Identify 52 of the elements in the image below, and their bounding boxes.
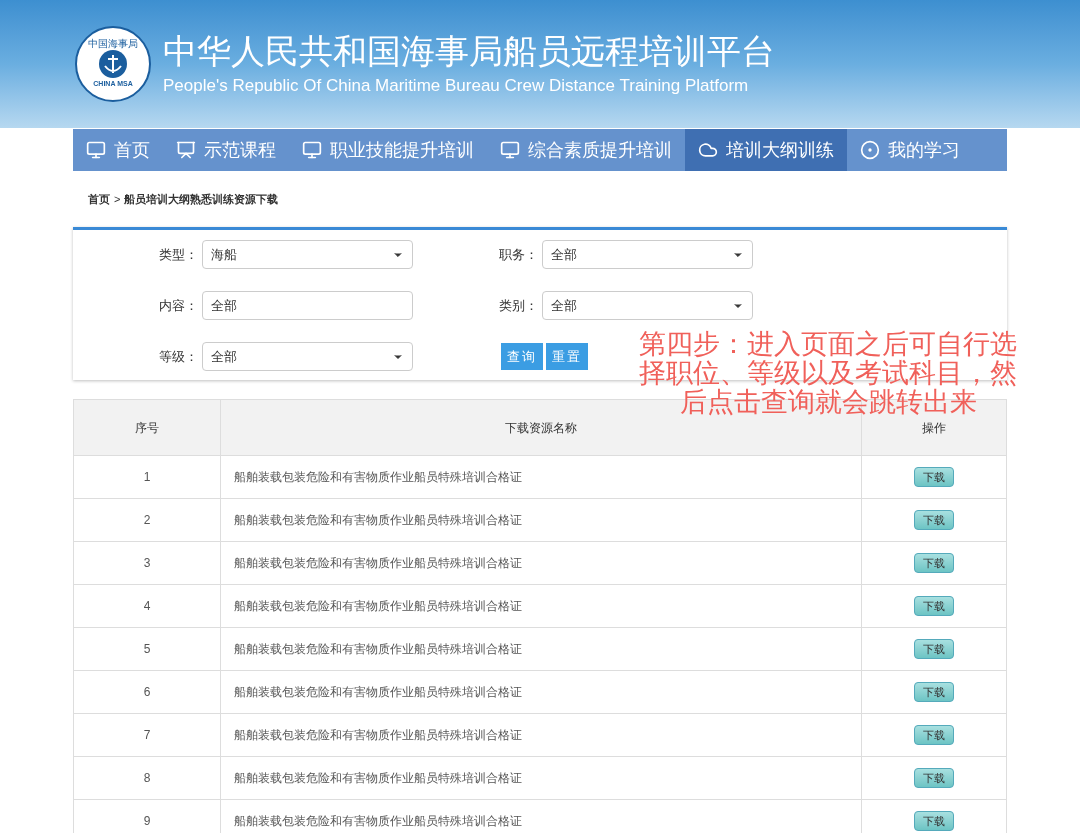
- table-cell: 4: [73, 584, 221, 628]
- filter-label: 类型：: [157, 245, 199, 264]
- breadcrumb-current: 船员培训大纲熟悉训练资源下载: [124, 191, 279, 207]
- table-cell: 3: [73, 541, 221, 585]
- select-field[interactable]: 全部: [201, 342, 413, 371]
- table-cell: 船舶装载包装危险和有害物质作业船员特殊培训合格证: [220, 756, 862, 800]
- table-cell: 7: [73, 713, 221, 757]
- input-field[interactable]: 全部: [201, 291, 413, 320]
- table-cell: 船舶装载包装危险和有害物质作业船员特殊培训合格证: [220, 455, 862, 499]
- table-cell: 9: [73, 799, 221, 833]
- monitor-icon: [302, 140, 322, 160]
- download-button[interactable]: 下载: [914, 639, 954, 659]
- table-cell: 船舶装载包装危险和有害物质作业船员特殊培训合格证: [220, 541, 862, 585]
- breadcrumb-link[interactable]: 首页: [88, 190, 110, 208]
- table-cell: 1: [73, 455, 221, 499]
- download-button[interactable]: 下载: [914, 510, 954, 530]
- site-title: 中华人民共和国海事局船员远程培训平台: [163, 31, 775, 72]
- select-field[interactable]: 海船: [201, 240, 413, 269]
- download-button[interactable]: 下载: [914, 467, 954, 487]
- monitor-icon: [86, 140, 106, 160]
- table-cell: 6: [73, 670, 221, 714]
- table-cell: 船舶装载包装危险和有害物质作业船员特殊培训合格证: [220, 670, 862, 714]
- breadcrumb-separator: >: [114, 191, 121, 207]
- filter-label: 等级：: [157, 347, 199, 366]
- filter-label: 内容：: [157, 296, 199, 315]
- table-cell: 船舶装载包装危险和有害物质作业船员特殊培训合格证: [220, 713, 862, 757]
- logo-text: 中国海事局: [88, 38, 138, 49]
- table-cell: 5: [73, 627, 221, 671]
- download-button[interactable]: 下载: [914, 596, 954, 616]
- monitor-icon: [500, 140, 520, 160]
- filter-label: 职务：: [497, 245, 539, 264]
- annotation-text: 第四步：进入页面之后可自行选择职位、等级以及考试科目，然后点击查询就会跳转出来: [638, 330, 1018, 417]
- download-button[interactable]: 下载: [914, 682, 954, 702]
- site-subtitle: People's Republic Of China Maritime Bureau Crew Distance Training Platform: [163, 74, 750, 97]
- download-button[interactable]: 下载: [914, 725, 954, 745]
- download-button[interactable]: 下载: [914, 768, 954, 788]
- download-button[interactable]: 下载: [914, 811, 954, 831]
- anchor-icon: [98, 48, 128, 79]
- presentation-icon: [176, 140, 196, 160]
- table-cell: 船舶装载包装危险和有害物质作业船员特殊培训合格证: [220, 584, 862, 628]
- circle-icon: [860, 140, 880, 160]
- filter-label: 类别：: [497, 296, 539, 315]
- table-cell: 船舶装载包装危险和有害物质作业船员特殊培训合格证: [220, 498, 862, 542]
- select-field[interactable]: 全部: [541, 240, 753, 269]
- table-cell: 8: [73, 756, 221, 800]
- table-cell: 2: [73, 498, 221, 542]
- download-button[interactable]: 下载: [914, 553, 954, 573]
- column-header: 序号: [73, 399, 221, 456]
- nav-tab[interactable]: 培训大纲训练: [685, 129, 847, 171]
- cloud-icon: [698, 140, 718, 160]
- select-field[interactable]: 全部: [541, 291, 753, 320]
- table-cell: 船舶装载包装危险和有害物质作业船员特殊培训合格证: [220, 627, 862, 671]
